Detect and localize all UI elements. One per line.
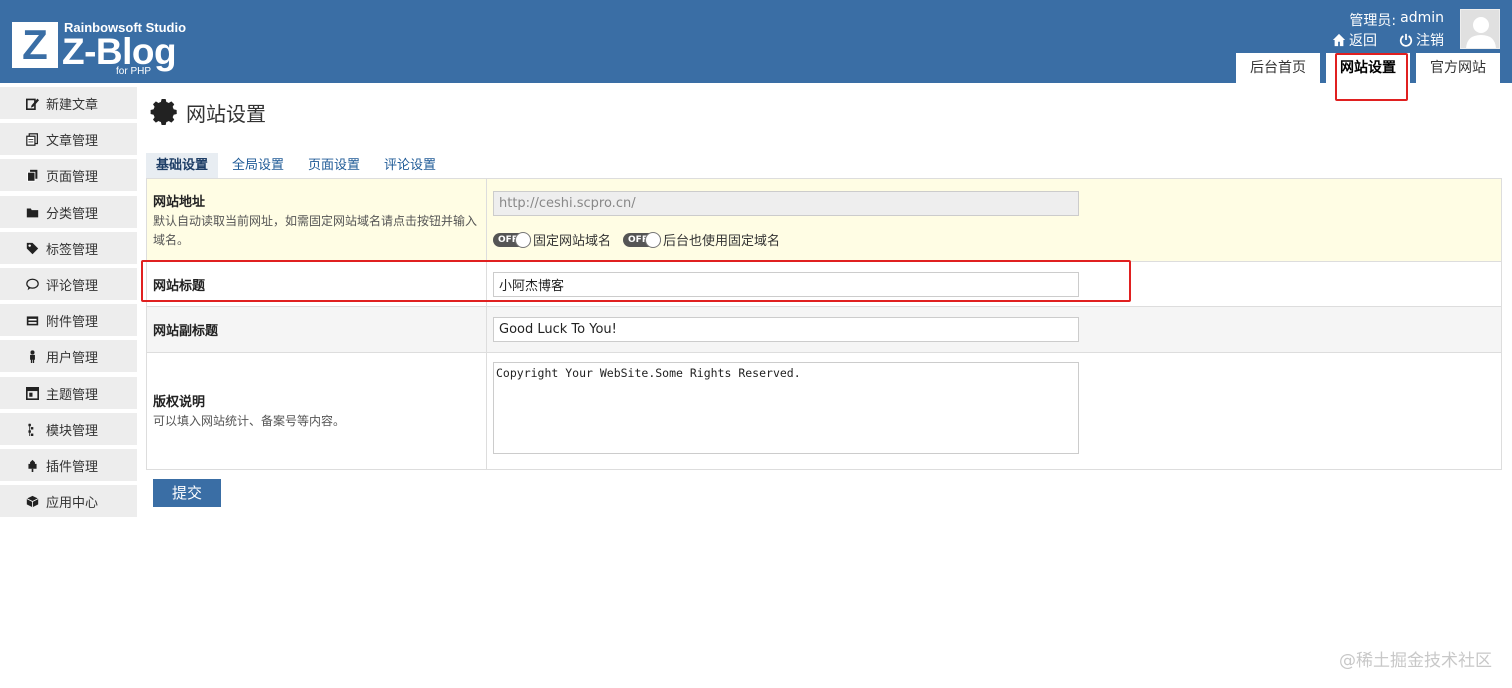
toggle-switch[interactable]: OFF [623, 231, 662, 248]
fixed-domain-toggle[interactable]: OFF 固定网站域名 [493, 230, 611, 249]
sidebar-item-modules[interactable]: 模块管理 [0, 413, 137, 445]
back-label: 返回 [1349, 33, 1377, 49]
toggle-switch[interactable]: OFF [493, 231, 531, 248]
row-copyright: 版权说明 可以填入网站统计、备案号等内容。 Copyright Your Web… [146, 352, 1502, 470]
sidebar-group-manage: 分类管理 标签管理 评论管理 附件管理 用户管理 [0, 196, 137, 372]
tab-page-settings[interactable]: 页面设置 [298, 153, 370, 178]
tag-icon [26, 242, 39, 254]
sidebar-item-users[interactable]: 用户管理 [0, 340, 137, 372]
admin-fixed-domain-label: 后台也使用固定域名 [663, 234, 781, 249]
site-title-label: 网站标题 [153, 278, 206, 294]
sidebar-item-app-center[interactable]: 应用中心 [0, 485, 137, 517]
page-title: 网站设置 [150, 95, 1502, 129]
admin-label: 管理员: [1349, 13, 1397, 29]
logout-link[interactable]: 注销 [1399, 30, 1444, 50]
sidebar-item-label: 附件管理 [46, 314, 99, 330]
page-title-text: 网站设置 [186, 101, 266, 126]
tab-basic-settings[interactable]: 基础设置 [146, 153, 219, 178]
sidebar-item-label: 分类管理 [46, 206, 99, 222]
sidebar-item-attachments[interactable]: 附件管理 [0, 304, 137, 336]
sidebar-item-label: 新建文章 [46, 97, 99, 113]
header: Z Rainbowsoft Studio Z-Blog for PHP 管理员:… [0, 0, 1512, 83]
site-url-label: 网站地址 [153, 194, 206, 210]
fixed-domain-label: 固定网站域名 [533, 234, 612, 249]
attachment-icon [26, 315, 39, 325]
sidebar-item-categories[interactable]: 分类管理 [0, 196, 137, 228]
sidebar-item-label: 评论管理 [46, 278, 99, 294]
sidebar-item-tags[interactable]: 标签管理 [0, 232, 137, 264]
folder-icon [26, 207, 39, 217]
document-icon [26, 132, 38, 146]
submit-button[interactable]: 提交 [153, 479, 221, 507]
site-subtitle-input[interactable] [493, 317, 1079, 342]
tab-site-settings[interactable]: 网站设置 [1326, 53, 1410, 83]
settings-tabs: 基础设置 全局设置 页面设置 评论设置 [146, 153, 1502, 178]
sidebar-item-plugins[interactable]: 插件管理 [0, 449, 137, 481]
sidebar-item-label: 应用中心 [46, 495, 99, 511]
sidebar: 新建文章 文章管理 页面管理 分类管理 标签管理 评论管理 附件管理 用户管理 … [0, 87, 137, 522]
row-site-title: 网站标题 [146, 261, 1502, 307]
comment-icon [26, 278, 39, 290]
copyright-textarea[interactable]: Copyright Your WebSite.Some Rights Reser… [493, 362, 1079, 454]
avatar[interactable] [1460, 9, 1500, 49]
site-url-input[interactable] [493, 191, 1079, 216]
sidebar-item-themes[interactable]: 主题管理 [0, 377, 137, 409]
sidebar-item-comments[interactable]: 评论管理 [0, 268, 137, 300]
edit-icon [26, 98, 39, 110]
main-content: 网站设置 基础设置 全局设置 页面设置 评论设置 网站地址 默认自动读取当前网址… [146, 95, 1502, 507]
admin-name: admin [1400, 10, 1444, 26]
home-icon [1332, 33, 1346, 47]
admin-fixed-domain-toggle[interactable]: OFF 后台也使用固定域名 [623, 230, 780, 249]
theme-icon [26, 386, 39, 400]
copyright-label: 版权说明 [153, 395, 206, 410]
sidebar-item-posts[interactable]: 文章管理 [0, 123, 137, 155]
module-icon [28, 423, 34, 436]
row-site-subtitle: 网站副标题 [146, 306, 1502, 353]
tab-dashboard[interactable]: 后台首页 [1236, 53, 1320, 83]
site-url-desc: 默认自动读取当前网址，如需固定网站域名请点击按钮并输入域名。 [153, 213, 478, 247]
sidebar-item-label: 文章管理 [46, 133, 99, 149]
row-site-url: 网站地址 默认自动读取当前网址，如需固定网站域名请点击按钮并输入域名。 OFF … [146, 178, 1502, 262]
sidebar-item-label: 页面管理 [46, 169, 99, 185]
copyright-desc: 可以填入网站统计、备案号等内容。 [153, 414, 346, 428]
logout-label: 注销 [1416, 33, 1444, 49]
site-subtitle-label: 网站副标题 [153, 324, 219, 339]
box-icon [26, 495, 39, 507]
user-info: 管理员: admin 返回 注销 [1332, 10, 1444, 50]
logo-subtitle: for PHP [116, 66, 152, 77]
sidebar-item-label: 主题管理 [46, 387, 99, 403]
sidebar-item-label: 标签管理 [46, 242, 99, 258]
gear-icon [150, 99, 177, 125]
sidebar-item-label: 模块管理 [46, 423, 99, 439]
settings-table: 网站地址 默认自动读取当前网址，如需固定网站域名请点击按钮并输入域名。 OFF … [146, 178, 1502, 470]
sidebar-group-content: 新建文章 文章管理 页面管理 [0, 87, 137, 191]
tab-global-settings[interactable]: 全局设置 [222, 153, 294, 178]
sidebar-group-extend: 主题管理 模块管理 插件管理 应用中心 [0, 377, 137, 517]
plugin-icon [28, 459, 37, 472]
watermark: @稀土掘金技术社区 [1339, 651, 1492, 671]
logo-mark: Z [12, 22, 58, 68]
site-title-input[interactable] [493, 271, 1079, 297]
sidebar-item-pages[interactable]: 页面管理 [0, 159, 137, 191]
tab-comment-settings[interactable]: 评论设置 [374, 153, 446, 178]
top-tabs: 后台首页 网站设置 官方网站 [1236, 53, 1500, 83]
sidebar-item-label: 用户管理 [46, 350, 99, 366]
sidebar-item-label: 插件管理 [46, 459, 99, 475]
user-icon [30, 349, 35, 363]
user-avatar-icon [1461, 10, 1499, 48]
power-icon [1399, 33, 1413, 47]
sidebar-item-new-post[interactable]: 新建文章 [0, 87, 137, 119]
tab-official-site[interactable]: 官方网站 [1416, 53, 1500, 83]
pages-icon [27, 169, 38, 182]
back-link[interactable]: 返回 [1332, 30, 1377, 50]
